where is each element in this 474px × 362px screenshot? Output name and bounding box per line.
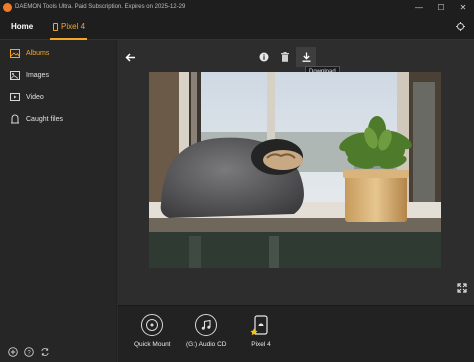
help-icon[interactable]: ? xyxy=(24,347,34,357)
add-icon[interactable] xyxy=(8,347,18,357)
sidebar-bottom-actions: ? xyxy=(8,347,50,357)
window-title: DAEMON Tools Ultra. Paid Subscription. E… xyxy=(15,4,186,10)
dock-item-quick-mount[interactable]: Quick Mount xyxy=(134,314,171,348)
sidebar-item-video[interactable]: Video xyxy=(0,87,117,107)
image-icon xyxy=(10,70,20,80)
title-bar: DAEMON Tools Ultra. Paid Subscription. E… xyxy=(0,0,474,14)
sidebar-item-label: Images xyxy=(26,71,49,79)
download-button[interactable] xyxy=(296,47,316,67)
sidebar-item-label: Caught files xyxy=(26,115,63,123)
close-button[interactable]: ✕ xyxy=(452,0,474,14)
info-button[interactable] xyxy=(254,47,274,67)
nav-device-label: Pixel 4 xyxy=(61,22,86,31)
caught-files-icon xyxy=(10,114,20,124)
photo-preview[interactable] xyxy=(149,72,441,268)
sidebar-item-label: Video xyxy=(26,93,44,101)
sidebar-item-caught-files[interactable]: Caught files xyxy=(0,109,117,129)
photo-viewer: Download xyxy=(118,40,474,305)
window-controls: — ☐ ✕ xyxy=(408,0,474,14)
disc-icon xyxy=(141,314,164,336)
sync-icon[interactable] xyxy=(455,21,466,32)
info-icon xyxy=(259,52,269,62)
star-badge-icon xyxy=(250,328,258,336)
sidebar-item-images[interactable]: Images xyxy=(0,65,117,85)
daemon-tools-logo-icon xyxy=(3,2,12,12)
top-navigation: Home Pixel 4 xyxy=(0,14,474,40)
device-dock: Quick Mount (G:) Audio CD Pixel 4 xyxy=(118,305,474,362)
sidebar: Albums Images Video Caught files ? xyxy=(0,40,117,362)
back-button[interactable] xyxy=(124,51,136,63)
dock-item-label: Pixel 4 xyxy=(251,341,271,348)
trash-icon xyxy=(281,52,289,62)
sidebar-item-label: Albums xyxy=(26,49,50,57)
android-phone-icon xyxy=(250,314,272,336)
fullscreen-button[interactable] xyxy=(457,283,467,293)
dock-item-pixel-4[interactable]: Pixel 4 xyxy=(250,314,272,348)
download-icon xyxy=(302,52,310,62)
music-icon xyxy=(195,314,218,336)
video-icon xyxy=(10,92,20,102)
nav-device-tab[interactable]: Pixel 4 xyxy=(53,22,85,31)
back-arrow-icon xyxy=(124,52,135,62)
cat-bed-photo xyxy=(149,72,441,268)
sidebar-item-albums[interactable]: Albums xyxy=(0,43,117,63)
expand-icon xyxy=(457,283,467,293)
maximize-button[interactable]: ☐ xyxy=(430,0,452,14)
nav-home-tab[interactable]: Home xyxy=(11,22,33,31)
dock-item-label: (G:) Audio CD xyxy=(186,341,227,348)
refresh-icon[interactable] xyxy=(40,347,50,357)
delete-button[interactable] xyxy=(275,47,295,67)
dock-item-audio-cd[interactable]: (G:) Audio CD xyxy=(186,314,226,348)
albums-icon xyxy=(10,48,20,58)
dock-item-label: Quick Mount xyxy=(134,341,171,348)
minimize-button[interactable]: — xyxy=(408,0,430,14)
phone-icon xyxy=(53,22,58,31)
svg-text:?: ? xyxy=(27,350,31,356)
